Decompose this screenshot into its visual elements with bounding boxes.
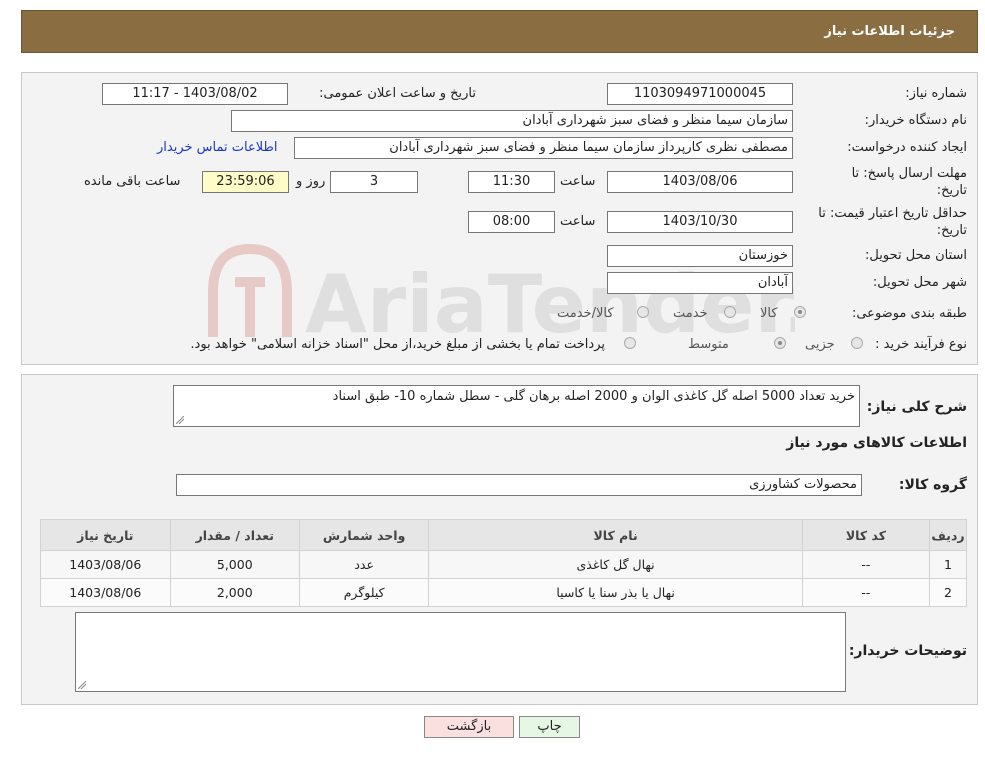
days-label: روز و xyxy=(296,174,326,189)
goods-info-title: اطلاعات کالاهای مورد نیاز xyxy=(786,435,967,451)
col-unit: واحد شمارش xyxy=(298,519,430,551)
cell-quantity: 2,000 xyxy=(169,578,300,607)
category-label: طبقه بندی موضوعی: xyxy=(851,306,967,321)
category-radio-goods-service[interactable] xyxy=(637,306,649,318)
cell-unit: کیلوگرم xyxy=(298,578,430,607)
cell-row: 1 xyxy=(929,550,967,579)
table-row: 2 -- نهال یا بذر سنا یا کاسیا کیلوگرم 2,… xyxy=(40,578,967,607)
category-option-goods: کالا xyxy=(760,306,778,321)
buyer-notes-text xyxy=(76,613,845,619)
col-quantity: تعداد / مقدار xyxy=(169,519,300,551)
province-label: استان محل تحویل: xyxy=(865,248,967,263)
reply-time-field[interactable]: 11:30 xyxy=(468,171,555,193)
reply-deadline-label-2: تاریخ: xyxy=(936,183,967,198)
process-option-medium: متوسط xyxy=(688,337,729,352)
cell-code: -- xyxy=(801,578,931,607)
buyer-org-label: نام دستگاه خریدار: xyxy=(864,113,967,128)
goods-table: ردیف کد کالا نام کالا واحد شمارش تعداد /… xyxy=(40,519,967,607)
announce-label: تاریخ و ساعت اعلان عمومی: xyxy=(319,86,476,101)
process-label: نوع فرآیند خرید : xyxy=(875,337,967,352)
cell-name: نهال گل کاغذی xyxy=(428,550,803,579)
resize-handle-icon[interactable] xyxy=(176,416,184,424)
page-title: جزئیات اطلاعات نیاز xyxy=(824,24,955,39)
price-hour-label: ساعت xyxy=(560,214,596,229)
page-header: جزئیات اطلاعات نیاز xyxy=(21,10,978,53)
buyer-contact-link[interactable]: اطلاعات تماس خریدار xyxy=(157,140,277,155)
col-need-date: تاریخ نیاز xyxy=(40,519,171,551)
cell-unit: عدد xyxy=(298,550,430,579)
cell-name: نهال یا بذر سنا یا کاسیا xyxy=(428,578,803,607)
price-validity-time-field[interactable]: 08:00 xyxy=(468,211,555,233)
category-option-service: خدمت xyxy=(673,306,708,321)
description-textarea[interactable]: خرید تعداد 5000 اصله گل کاغذی الوان و 20… xyxy=(173,385,860,427)
cell-quantity: 5,000 xyxy=(169,550,300,579)
treasury-note: پرداخت تمام یا بخشی از مبلغ خرید،از محل … xyxy=(190,337,605,352)
reply-date-field[interactable]: 1403/08/06 xyxy=(607,171,793,193)
cell-code: -- xyxy=(801,550,931,579)
col-name: نام کالا xyxy=(428,519,803,551)
description-text: خرید تعداد 5000 اصله گل کاغذی الوان و 20… xyxy=(332,389,855,404)
province-field[interactable]: خوزستان xyxy=(607,245,793,267)
cell-row: 2 xyxy=(929,578,967,607)
description-label: شرح کلی نیاز: xyxy=(866,399,967,415)
requester-field[interactable]: مصطفی نظری کارپرداز سازمان سیما منظر و ف… xyxy=(294,137,793,159)
price-validity-label-2: تاریخ: xyxy=(936,223,967,238)
back-button[interactable]: بازگشت xyxy=(424,716,514,738)
process-radio-treasury[interactable] xyxy=(624,337,636,349)
process-radio-minor[interactable] xyxy=(851,337,863,349)
goods-group-label: گروه کالا: xyxy=(898,477,967,493)
price-validity-label: حداقل تاریخ اعتبار قیمت: تا xyxy=(818,206,967,221)
col-code: کد کالا xyxy=(801,519,931,551)
cell-need-date: 1403/08/06 xyxy=(40,578,171,607)
buyer-notes-textarea[interactable] xyxy=(75,612,846,692)
process-radio-medium[interactable] xyxy=(774,337,786,349)
category-option-goods-service: کالا/خدمت xyxy=(557,306,614,321)
city-field[interactable]: آبادان xyxy=(607,272,793,294)
remaining-time-field[interactable]: 23:59:06 xyxy=(202,171,289,193)
announce-datetime-field[interactable]: 1403/08/02 - 11:17 xyxy=(102,83,288,105)
reply-deadline-label: مهلت ارسال پاسخ: تا xyxy=(851,166,967,181)
goods-group-field[interactable]: محصولات کشاورزی xyxy=(176,474,862,496)
process-option-minor: جزیی xyxy=(805,337,835,352)
cell-need-date: 1403/08/06 xyxy=(40,550,171,579)
price-validity-date-field[interactable]: 1403/10/30 xyxy=(607,211,793,233)
need-number-label: شماره نیاز: xyxy=(905,86,967,101)
goods-table-header: ردیف کد کالا نام کالا واحد شمارش تعداد /… xyxy=(40,519,967,551)
category-radio-service[interactable] xyxy=(724,306,736,318)
buyer-notes-label: توضیحات خریدار: xyxy=(848,643,967,659)
print-button[interactable]: چاپ xyxy=(519,716,580,738)
need-number-field[interactable]: 1103094971000045 xyxy=(607,83,793,105)
days-remaining-field[interactable]: 3 xyxy=(330,171,418,193)
remaining-time-label: ساعت باقی مانده xyxy=(84,174,181,189)
category-radio-goods[interactable] xyxy=(794,306,806,318)
requester-label: ایجاد کننده درخواست: xyxy=(847,140,967,155)
table-row: 1 -- نهال گل کاغذی عدد 5,000 1403/08/06 xyxy=(40,550,967,579)
resize-handle-icon[interactable] xyxy=(78,681,86,689)
city-label: شهر محل تحویل: xyxy=(872,275,967,290)
buyer-org-field[interactable]: سازمان سیما منظر و فضای سبز شهرداری آباد… xyxy=(231,110,793,132)
col-row: ردیف xyxy=(929,519,967,551)
reply-hour-label: ساعت xyxy=(560,174,596,189)
